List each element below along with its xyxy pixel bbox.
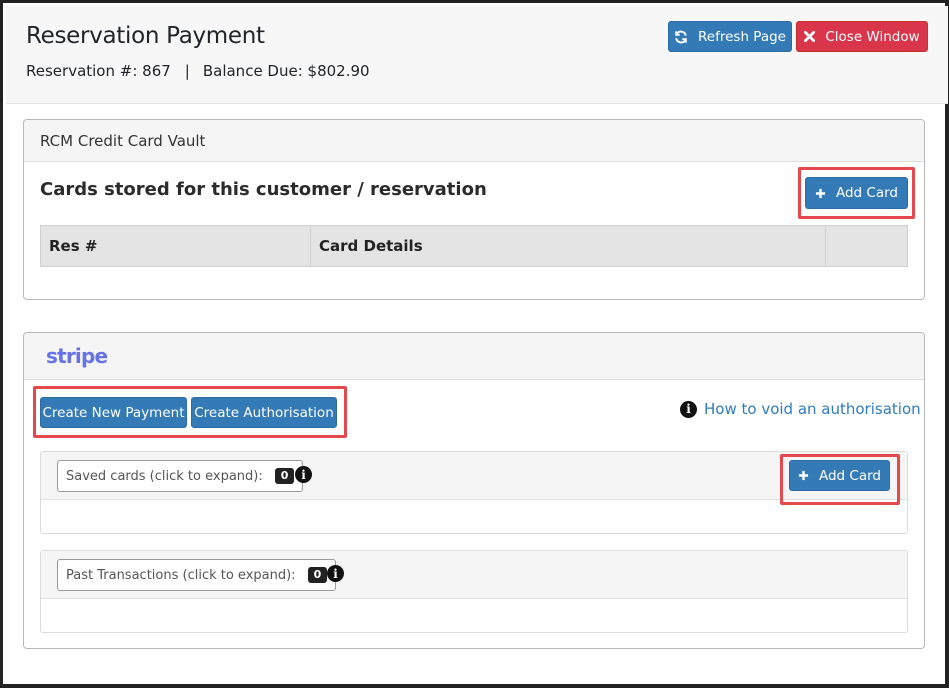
refresh-page-button[interactable]: Refresh Page bbox=[668, 21, 792, 52]
saved-cards-panel: Saved cards (click to expand): 0 i Add C… bbox=[40, 451, 908, 534]
close-window-button[interactable]: Close Window bbox=[796, 21, 928, 52]
stripe-logo: stripe bbox=[46, 344, 108, 368]
plus-icon bbox=[798, 470, 809, 481]
past-transactions-info-icon[interactable]: i bbox=[327, 565, 344, 582]
summary-separator: | bbox=[184, 62, 190, 80]
stripe-panel-header: stripe bbox=[24, 333, 924, 380]
saved-cards-info-icon[interactable]: i bbox=[295, 466, 312, 483]
page-title: Reservation Payment bbox=[26, 23, 265, 49]
column-header-res: Res # bbox=[41, 226, 311, 266]
past-transactions-panel: Past Transactions (click to expand): 0 i bbox=[40, 550, 908, 633]
app-window: Reservation Payment Reservation #: 867 | B… bbox=[0, 0, 949, 688]
vault-add-card-label: Add Card bbox=[835, 185, 898, 201]
stripe-add-card-label: Add Card bbox=[818, 467, 881, 484]
saved-cards-header: Saved cards (click to expand): 0 i Add C… bbox=[41, 452, 907, 500]
column-header-card-details: Card Details bbox=[311, 226, 826, 266]
info-icon: i bbox=[680, 400, 697, 418]
void-authorisation-label: How to void an authorisation bbox=[704, 400, 921, 418]
plus-icon bbox=[815, 188, 826, 199]
card-vault-panel: RCM Credit Card Vault Cards stored for t… bbox=[23, 119, 925, 300]
card-vault-title: RCM Credit Card Vault bbox=[40, 132, 206, 150]
saved-cards-label: Saved cards (click to expand): bbox=[66, 468, 263, 484]
stripe-add-card-button[interactable]: Add Card bbox=[789, 460, 890, 491]
page-header: Reservation Payment Reservation #: 867 | B… bbox=[6, 6, 948, 104]
stripe-panel: stripe Create New Payment Create Authori… bbox=[23, 332, 925, 649]
past-transactions-label: Past Transactions (click to expand): bbox=[66, 567, 296, 583]
saved-cards-expander[interactable]: Saved cards (click to expand): 0 bbox=[57, 460, 304, 492]
refresh-icon bbox=[674, 30, 688, 44]
past-transactions-header: Past Transactions (click to expand): 0 i bbox=[41, 551, 907, 599]
saved-cards-count-badge: 0 bbox=[274, 468, 295, 484]
stored-cards-table-header: Res # Card Details bbox=[40, 225, 908, 267]
column-header-actions bbox=[826, 226, 907, 266]
card-vault-header: RCM Credit Card Vault bbox=[24, 120, 924, 162]
past-transactions-expander[interactable]: Past Transactions (click to expand): 0 bbox=[57, 559, 337, 591]
close-window-label: Close Window bbox=[825, 28, 920, 45]
create-new-payment-button[interactable]: Create New Payment bbox=[40, 397, 187, 428]
stored-cards-heading: Cards stored for this customer / reserva… bbox=[40, 179, 487, 200]
close-icon bbox=[804, 31, 816, 42]
void-authorisation-link[interactable]: i How to void an authorisation bbox=[680, 400, 921, 418]
past-transactions-count-badge: 0 bbox=[307, 567, 328, 583]
balance-due: Balance Due: $802.90 bbox=[202, 62, 370, 80]
refresh-page-label: Refresh Page bbox=[698, 28, 786, 45]
create-authorisation-button[interactable]: Create Authorisation bbox=[191, 397, 337, 428]
reservation-summary: Reservation #: 867 | Balance Due: $802.90 bbox=[26, 62, 370, 80]
vault-add-card-button[interactable]: Add Card bbox=[805, 177, 908, 209]
reservation-number: Reservation #: 867 bbox=[26, 62, 171, 80]
